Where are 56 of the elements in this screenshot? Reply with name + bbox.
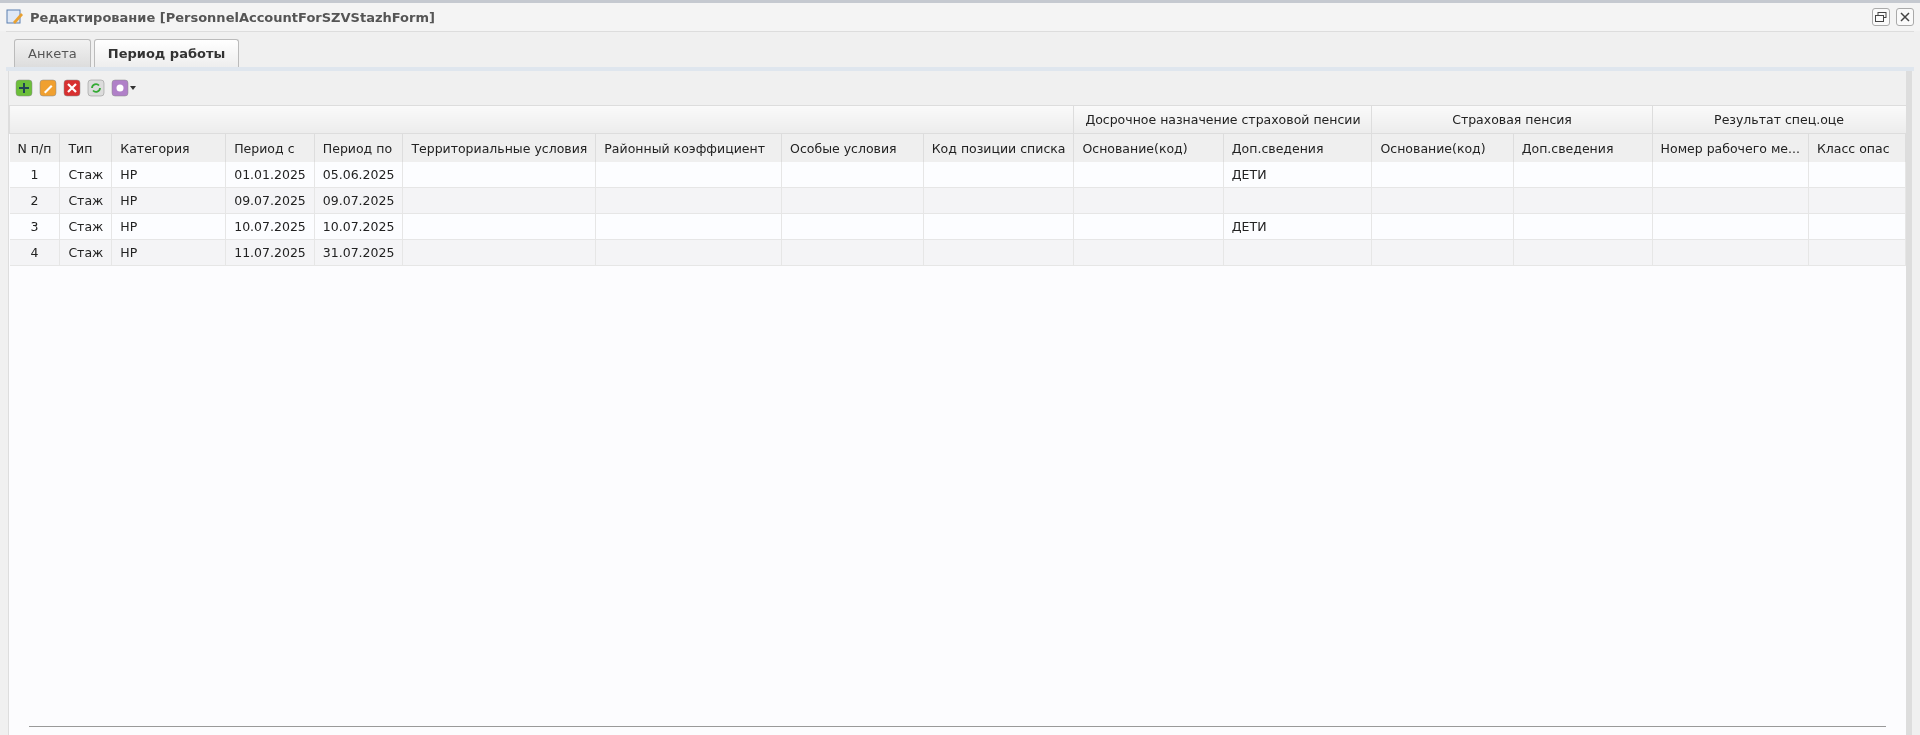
column-header[interactable]: Номер рабочего ме... bbox=[1652, 133, 1809, 162]
restore-icon bbox=[1875, 12, 1887, 22]
table-cell: Стаж bbox=[59, 213, 112, 240]
table-cell: Стаж bbox=[59, 187, 112, 214]
column-header[interactable]: N п/п bbox=[9, 133, 60, 162]
column-header[interactable]: Основание(код) bbox=[1372, 133, 1514, 162]
table-cell: НР bbox=[111, 213, 226, 240]
table-cell: 05.06.2025 bbox=[314, 162, 403, 188]
table-cell: Стаж bbox=[59, 162, 112, 188]
delete-button[interactable] bbox=[63, 79, 81, 97]
column-header[interactable]: Доп.сведения bbox=[1223, 133, 1372, 162]
column-header[interactable]: Территориальные условия bbox=[402, 133, 596, 162]
restore-button[interactable] bbox=[1872, 8, 1890, 26]
close-icon bbox=[1900, 12, 1910, 22]
table-cell: 09.07.2025 bbox=[225, 187, 315, 214]
column-group-header: Досрочное назначение страховой пенсии bbox=[1073, 106, 1372, 134]
window-title: Редактирование [PersonnelAccountForSZVStazhForm] bbox=[30, 9, 436, 25]
add-button[interactable] bbox=[15, 79, 33, 97]
table-cell: ДЕТИ bbox=[1223, 162, 1372, 188]
add-icon bbox=[15, 79, 33, 97]
column-header[interactable]: Класс опас bbox=[1808, 133, 1906, 162]
table-cell: 10.07.2025 bbox=[314, 213, 403, 240]
column-header[interactable]: Период с bbox=[225, 133, 315, 162]
column-header[interactable]: Доп.сведения bbox=[1513, 133, 1653, 162]
table-cell: 09.07.2025 bbox=[314, 187, 403, 214]
table-cell: 3 bbox=[9, 213, 60, 240]
table-cell: 01.01.2025 bbox=[225, 162, 315, 188]
table-cell: 10.07.2025 bbox=[225, 213, 315, 240]
table-cell: 2 bbox=[9, 187, 60, 214]
table-cell: ДЕТИ bbox=[1223, 213, 1372, 240]
tab[interactable]: Период работы bbox=[93, 39, 240, 67]
edit-form-icon bbox=[6, 8, 24, 26]
column-header[interactable]: Районный коэффициент bbox=[595, 133, 782, 162]
pencil-icon bbox=[39, 79, 57, 97]
settings-button[interactable] bbox=[111, 79, 136, 97]
column-header[interactable]: Особые условия bbox=[781, 133, 924, 162]
column-header[interactable]: Основание(код) bbox=[1073, 133, 1224, 162]
refresh-icon bbox=[87, 79, 105, 97]
table-cell: 31.07.2025 bbox=[314, 239, 403, 266]
delete-icon bbox=[63, 79, 81, 97]
table-cell: 11.07.2025 bbox=[225, 239, 315, 266]
close-button[interactable] bbox=[1896, 8, 1914, 26]
column-header[interactable]: Категория bbox=[111, 133, 226, 162]
caret-icon bbox=[130, 86, 136, 90]
column-header[interactable]: Период по bbox=[314, 133, 403, 162]
table-cell: НР bbox=[111, 162, 226, 188]
table-cell: Стаж bbox=[59, 239, 112, 266]
column-group-header: Страховая пенсия bbox=[1372, 106, 1653, 134]
tab[interactable]: Анкета bbox=[14, 39, 91, 67]
refresh-button[interactable] bbox=[87, 79, 105, 97]
table-cell: НР bbox=[111, 187, 226, 214]
column-header[interactable]: Код позиции списка bbox=[923, 133, 1074, 162]
table-cell: НР bbox=[111, 239, 226, 266]
table-cell: 4 bbox=[9, 239, 60, 266]
table-cell: 1 bbox=[9, 162, 60, 188]
column-group-header: Результат спец.оце bbox=[1652, 106, 1906, 134]
